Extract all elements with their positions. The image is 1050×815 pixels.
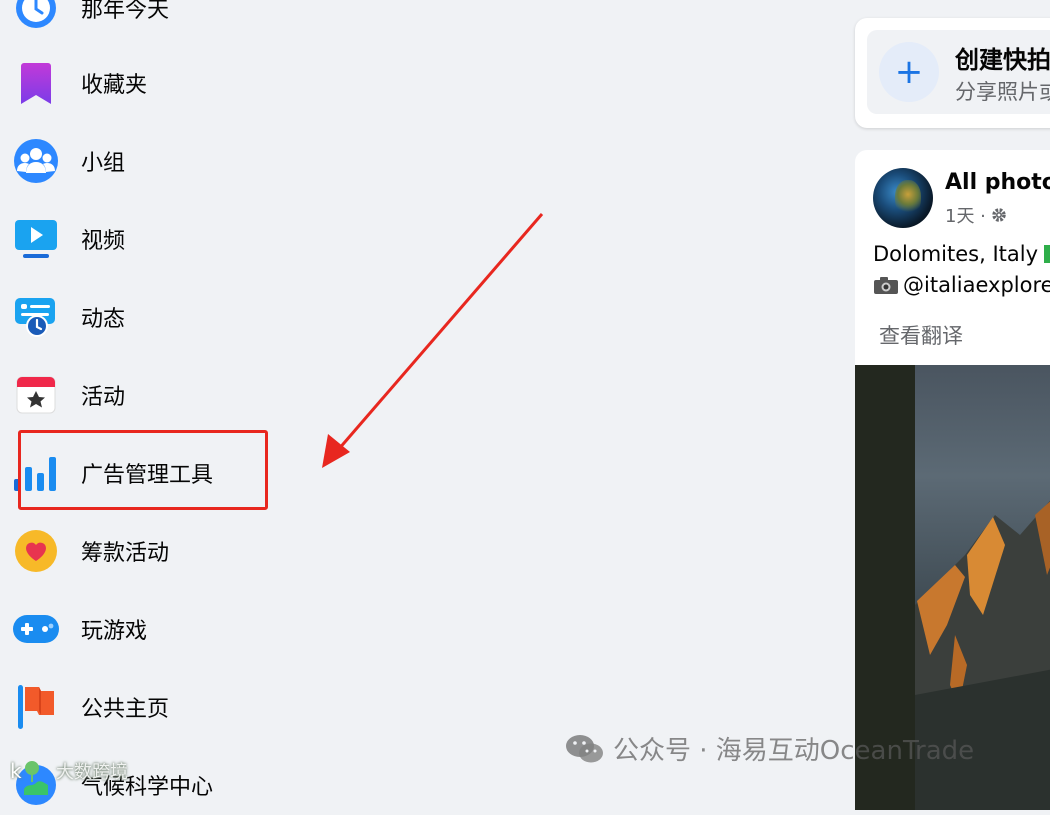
sidebar-item-label: 那年今天 xyxy=(81,0,170,23)
sidebar-item-label: 公共主页 xyxy=(81,697,170,722)
gaming-controller-icon xyxy=(12,605,60,653)
sidebar-item-gaming[interactable]: 玩游戏 xyxy=(12,599,532,659)
post-text-location: Dolomites, Italy xyxy=(873,242,1038,266)
post-text-line1: Dolomites, Italy xyxy=(873,242,1050,266)
groups-icon xyxy=(12,137,60,185)
create-story-inner: + 创建快拍 分享照片或 xyxy=(867,30,1050,114)
plus-icon[interactable]: + xyxy=(879,42,939,102)
left-sidebar: 那年今天 收藏夹 小组 视频 动态 活动 广告管理工具 筹款活动 玩游戏 公共主… xyxy=(0,0,560,805)
italy-flag-icon xyxy=(1044,245,1050,263)
camera-icon xyxy=(873,275,899,295)
fundraiser-heart-icon xyxy=(12,527,60,575)
wechat-icon xyxy=(565,732,605,766)
sidebar-item-label: 玩游戏 xyxy=(81,619,148,644)
avatar[interactable] xyxy=(873,168,933,228)
create-story-title: 创建快拍 xyxy=(955,46,1050,74)
svg-text:k: k xyxy=(10,759,22,783)
sidebar-item-pages[interactable]: 公共主页 xyxy=(12,677,532,737)
saved-bookmark-icon xyxy=(12,59,60,107)
gear-icon[interactable] xyxy=(990,206,1008,224)
corner-logo-icon: k xyxy=(10,758,54,784)
memories-clock-icon xyxy=(12,0,60,32)
sidebar-item-label: 视频 xyxy=(81,229,126,254)
video-play-icon xyxy=(12,215,60,263)
sidebar-item-label: 筹款活动 xyxy=(81,541,170,566)
sidebar-item-label: 动态 xyxy=(81,307,126,332)
sidebar-item-label: 收藏夹 xyxy=(81,73,148,98)
sidebar-item-fundraisers[interactable]: 筹款活动 xyxy=(12,521,532,581)
sidebar-item-saved[interactable]: 收藏夹 xyxy=(12,53,532,113)
events-calendar-icon xyxy=(12,371,60,419)
post-text-handle[interactable]: @italiaexplore xyxy=(903,273,1050,297)
sidebar-item-memories[interactable]: 那年今天 xyxy=(12,0,532,38)
post-text-line2: @italiaexplore xyxy=(873,273,1050,297)
feeds-icon xyxy=(12,293,60,341)
post-timestamp: 1天 · xyxy=(945,202,1008,228)
pages-flag-icon xyxy=(12,683,60,731)
sidebar-item-groups[interactable]: 小组 xyxy=(12,131,532,191)
create-story-subtitle: 分享照片或 xyxy=(955,80,1050,104)
sidebar-item-label: 小组 xyxy=(81,151,126,176)
watermark-text: 公众号 · 海易互动OceanTrade xyxy=(613,736,975,766)
annotation-arrow xyxy=(322,213,544,468)
corner-watermark-text: 大数跨境 xyxy=(56,762,128,783)
create-story-card[interactable]: + 创建快拍 分享照片或 xyxy=(855,18,1050,128)
post-author[interactable]: All photos xyxy=(945,170,1050,195)
see-translation-link[interactable]: 查看翻译 xyxy=(879,320,963,350)
corner-watermark: k 大数跨境 xyxy=(10,758,128,784)
sidebar-item-label: 活动 xyxy=(81,385,126,410)
post-card: All photos 1天 · Dolomites, Italy @italia… xyxy=(855,150,1050,810)
wechat-watermark: 公众号 · 海易互动OceanTrade xyxy=(565,730,974,767)
post-time-text: 1天 · xyxy=(945,206,986,227)
highlight-box xyxy=(18,430,268,510)
